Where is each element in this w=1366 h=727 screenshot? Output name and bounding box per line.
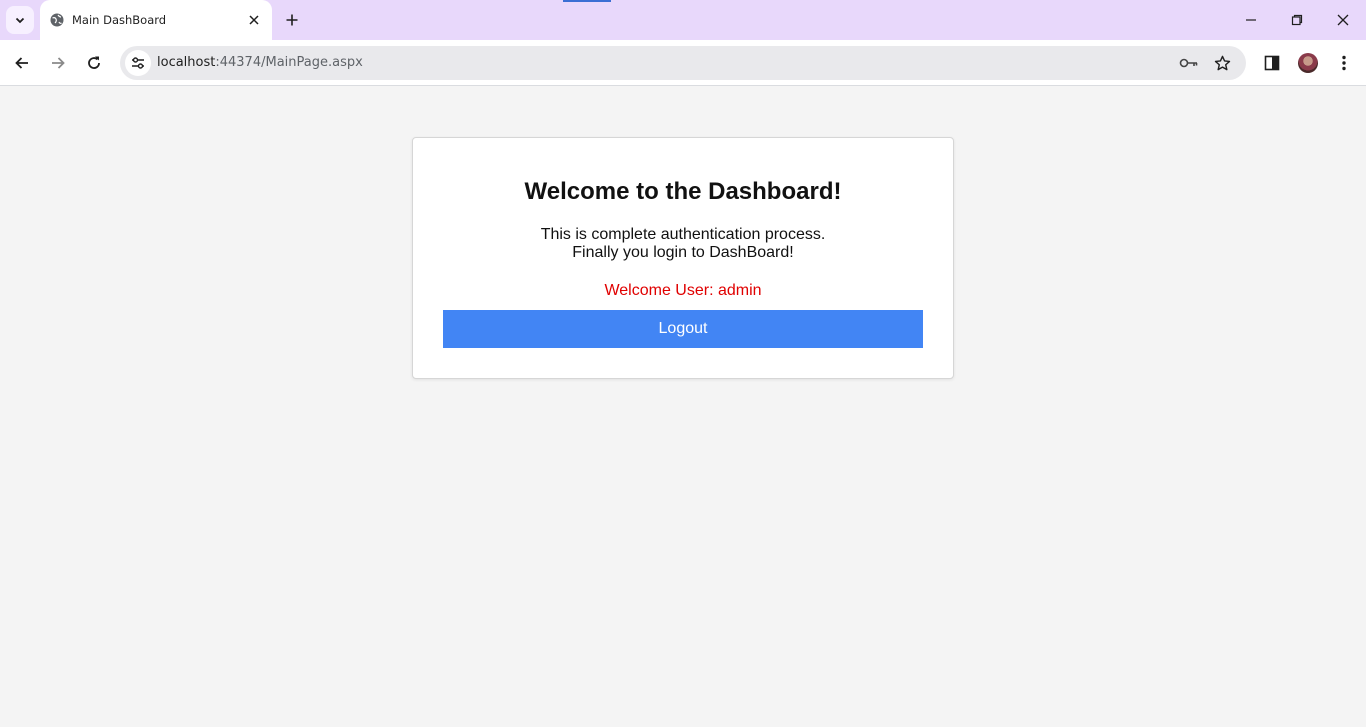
reload-button[interactable] [82, 51, 106, 75]
url-text: localhost:44374/MainPage.aspx [157, 55, 363, 70]
side-panel-button[interactable] [1260, 51, 1284, 75]
site-info-button[interactable] [125, 50, 151, 76]
back-button[interactable] [10, 51, 34, 75]
minimize-button[interactable] [1239, 8, 1263, 32]
chevron-down-icon [15, 17, 25, 24]
close-icon [1337, 14, 1349, 26]
key-icon [1179, 58, 1198, 68]
forward-button[interactable] [46, 51, 70, 75]
star-icon [1214, 55, 1230, 70]
auth-message-line1: This is complete authentication process. [540, 226, 826, 243]
logout-button[interactable]: Logout [443, 310, 923, 348]
tab-search-button[interactable] [6, 6, 34, 34]
address-bar[interactable]: localhost:44374/MainPage.aspx [120, 46, 1246, 80]
close-window-button[interactable] [1331, 8, 1355, 32]
welcome-user-label: Welcome User: admin [604, 282, 762, 299]
tune-icon [132, 57, 144, 69]
kebab-menu-icon [1342, 55, 1346, 71]
restore-icon [1291, 14, 1303, 26]
close-icon [249, 15, 259, 25]
browser-tab[interactable]: Main DashBoard [40, 0, 272, 40]
tab-close-button[interactable] [246, 12, 262, 28]
globe-icon [50, 13, 64, 27]
tab-strip: Main DashBoard [0, 0, 1366, 40]
profile-button[interactable] [1296, 51, 1320, 75]
auth-message: This is complete authentication process.… [413, 226, 953, 262]
auth-message-line2: Finally you login to DashBoard! [572, 244, 794, 261]
page-title: Welcome to the Dashboard! [524, 178, 842, 205]
dashboard-card: Welcome to the Dashboard! This is comple… [412, 137, 954, 379]
restore-button[interactable] [1285, 8, 1309, 32]
side-panel-icon [1264, 55, 1280, 71]
url-host: localhost [157, 55, 216, 70]
avatar [1298, 53, 1318, 73]
browser-toolbar: localhost:44374/MainPage.aspx [0, 40, 1366, 86]
password-button[interactable] [1179, 53, 1199, 73]
new-tab-button[interactable] [282, 10, 302, 30]
minimize-icon [1246, 19, 1256, 21]
arrow-right-icon [52, 57, 65, 69]
tab-strip-indicator [563, 0, 611, 2]
reload-icon [88, 56, 100, 69]
plus-icon [286, 14, 298, 26]
bookmark-button[interactable] [1212, 53, 1232, 73]
url-path: :44374/MainPage.aspx [215, 55, 363, 70]
tab-title: Main DashBoard [72, 13, 167, 27]
arrow-left-icon [15, 57, 28, 69]
browser-menu-button[interactable] [1332, 51, 1356, 75]
